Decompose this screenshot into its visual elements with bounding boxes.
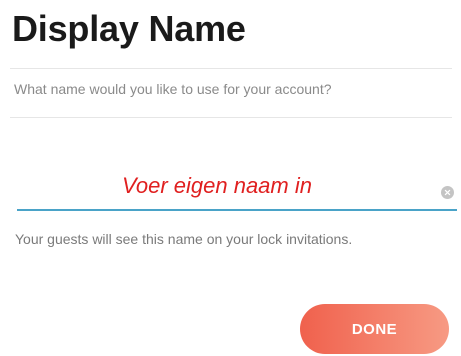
input-underline: [17, 209, 457, 211]
display-name-field: [17, 165, 457, 211]
clear-icon[interactable]: [441, 186, 454, 199]
display-name-input[interactable]: [17, 165, 417, 207]
divider: [10, 117, 452, 118]
page-title: Display Name: [12, 8, 246, 49]
page-subtitle: What name would you like to use for your…: [14, 81, 332, 97]
helper-text: Your guests will see this name on your l…: [15, 231, 353, 247]
done-button[interactable]: DONE: [300, 304, 449, 354]
divider: [10, 68, 452, 69]
